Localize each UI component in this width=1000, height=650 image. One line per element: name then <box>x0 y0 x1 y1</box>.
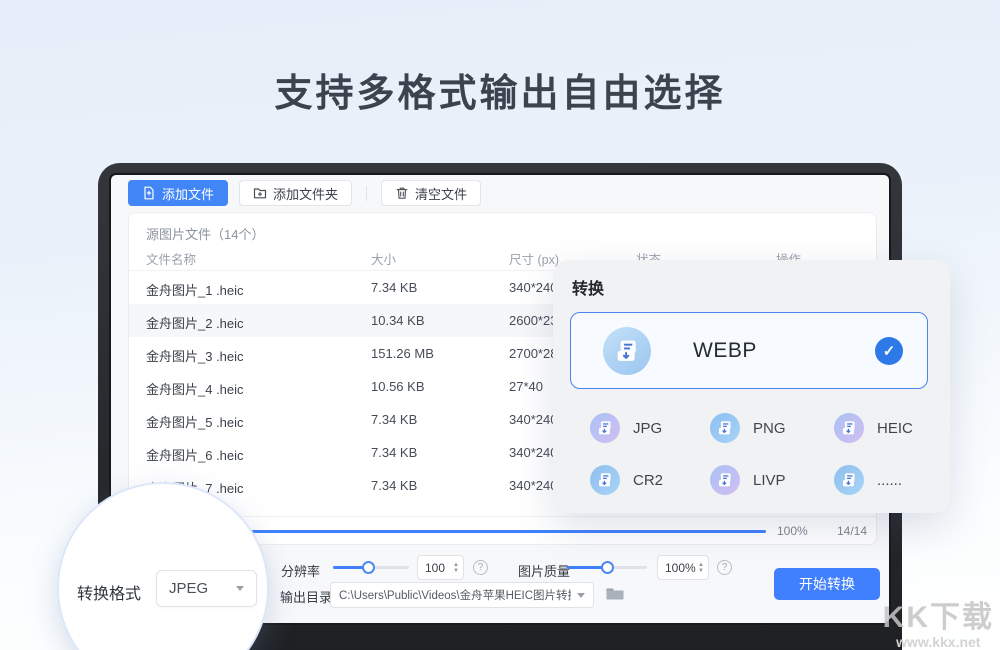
format-option-label: PNG <box>753 420 786 437</box>
source-files-caption: 源图片文件（14个） <box>146 224 264 243</box>
resolution-input[interactable] <box>425 561 451 575</box>
progress-count: 14/14 <box>837 524 867 538</box>
file-size: 7.34 KB <box>371 280 417 295</box>
file-size: 7.34 KB <box>371 445 417 460</box>
toolbar-divider <box>366 186 367 201</box>
output-dir-select[interactable]: C:\Users\Public\Videos\金舟苹果HEIC图片转换... <box>330 582 594 608</box>
convert-format-select[interactable]: JPEG <box>156 570 257 607</box>
file-dimensions: 340*240 <box>509 280 557 295</box>
file-name: 金舟图片_5 .heic <box>146 412 244 431</box>
add-folder-button[interactable]: 添加文件夹 <box>239 180 352 206</box>
file-size: 7.34 KB <box>371 412 417 427</box>
quality-slider[interactable] <box>567 566 647 569</box>
file-name: 金舟图片_1 .heic <box>146 280 244 299</box>
add-folder-label: 添加文件夹 <box>273 184 338 203</box>
start-convert-button[interactable]: 开始转换 <box>774 568 880 600</box>
selected-format-label: WEBP <box>693 339 757 363</box>
format-option-more[interactable]: ...... <box>834 465 902 495</box>
format-file-icon <box>834 413 864 443</box>
resolution-input-wrap: ▲ ▼ <box>417 555 464 580</box>
caret-down-icon <box>577 593 585 598</box>
resolution-help-icon[interactable]: ? <box>473 560 488 575</box>
convert-format-value: JPEG <box>169 580 208 597</box>
format-option-label: JPG <box>633 420 662 437</box>
format-option-cr2[interactable]: CR2 <box>590 465 663 495</box>
file-name: 金舟图片_3 .heic <box>146 346 244 365</box>
resolution-stepper[interactable]: ▲ ▼ <box>453 562 459 574</box>
output-dir-label: 输出目录 <box>280 587 332 606</box>
watermark-logo: KK下载 <box>883 592 994 636</box>
format-option-heic[interactable]: HEIC <box>834 413 913 443</box>
format-option-png[interactable]: PNG <box>710 413 786 443</box>
format-option-label: ...... <box>877 472 902 489</box>
add-file-button[interactable]: 添加文件 <box>128 180 228 206</box>
file-name: 金舟图片_2 .heic <box>146 313 244 332</box>
watermark-url: www.kkx.net <box>883 634 994 650</box>
format-option-jpg[interactable]: JPG <box>590 413 662 443</box>
quality-stepper[interactable]: ▲ ▼ <box>698 562 704 574</box>
check-glyph: ✓ <box>883 342 896 360</box>
page-title: 支持多格式输出自由选择 <box>0 62 1000 117</box>
quality-input-wrap: ▲ ▼ <box>657 555 709 580</box>
quality-help-icon[interactable]: ? <box>717 560 732 575</box>
caret-down-icon <box>236 586 244 591</box>
page-background: 支持多格式输出自由选择 添加文件 添加文件夹 <box>0 0 1000 650</box>
clear-files-button[interactable]: 清空文件 <box>381 180 481 206</box>
format-option-livp[interactable]: LIVP <box>710 465 786 495</box>
clear-files-label: 清空文件 <box>415 184 467 203</box>
format-file-icon <box>710 413 740 443</box>
file-size: 151.26 MB <box>371 346 434 361</box>
column-dimensions: 尺寸 (px) <box>509 249 559 268</box>
format-option-label: HEIC <box>877 420 913 437</box>
resolution-slider[interactable] <box>333 566 409 569</box>
resolution-label: 分辨率 <box>281 561 320 580</box>
column-size: 大小 <box>371 249 396 268</box>
progress-percent: 100% <box>777 524 808 538</box>
file-name: 金舟图片_4 .heic <box>146 379 244 398</box>
watermark: KK下载 www.kkx.net <box>883 592 994 650</box>
file-dimensions: 340*240 <box>509 478 557 493</box>
format-file-icon <box>590 413 620 443</box>
format-option-label: CR2 <box>633 472 663 489</box>
trash-icon <box>395 186 409 200</box>
file-size: 10.56 KB <box>371 379 425 394</box>
format-option-selected[interactable]: WEBP ✓ <box>570 312 928 389</box>
quality-slider-knob[interactable] <box>601 561 614 574</box>
file-dimensions: 340*240 <box>509 412 557 427</box>
add-file-label: 添加文件 <box>162 184 214 203</box>
file-name: 金舟图片_6 .heic <box>146 445 244 464</box>
file-size: 10.34 KB <box>371 313 425 328</box>
format-popup: 转换 WEBP ✓ JPG PNG HEIC CR2 <box>553 260 950 513</box>
folder-plus-icon <box>253 186 267 200</box>
format-file-icon <box>710 465 740 495</box>
file-dimensions: 27*40 <box>509 379 543 394</box>
column-filename: 文件名称 <box>146 249 196 268</box>
stepper-down-icon[interactable]: ▼ <box>698 568 704 574</box>
output-dir-path: C:\Users\Public\Videos\金舟苹果HEIC图片转换... <box>339 587 571 603</box>
file-size: 7.34 KB <box>371 478 417 493</box>
file-dimensions: 340*240 <box>509 445 557 460</box>
file-plus-icon <box>142 186 156 200</box>
format-file-icon <box>603 327 651 375</box>
toolbar: 添加文件 添加文件夹 清空文件 <box>128 179 481 207</box>
check-icon: ✓ <box>875 337 903 365</box>
stepper-down-icon[interactable]: ▼ <box>453 568 459 574</box>
resolution-slider-knob[interactable] <box>362 561 375 574</box>
format-file-icon <box>590 465 620 495</box>
format-file-icon <box>834 465 864 495</box>
browse-folder-icon[interactable] <box>605 584 625 604</box>
format-option-label: LIVP <box>753 472 786 489</box>
quality-label: 图片质量 <box>518 561 570 580</box>
convert-format-label: 转换格式 <box>77 580 141 604</box>
format-popup-title: 转换 <box>572 275 604 299</box>
quality-input[interactable] <box>665 561 696 575</box>
